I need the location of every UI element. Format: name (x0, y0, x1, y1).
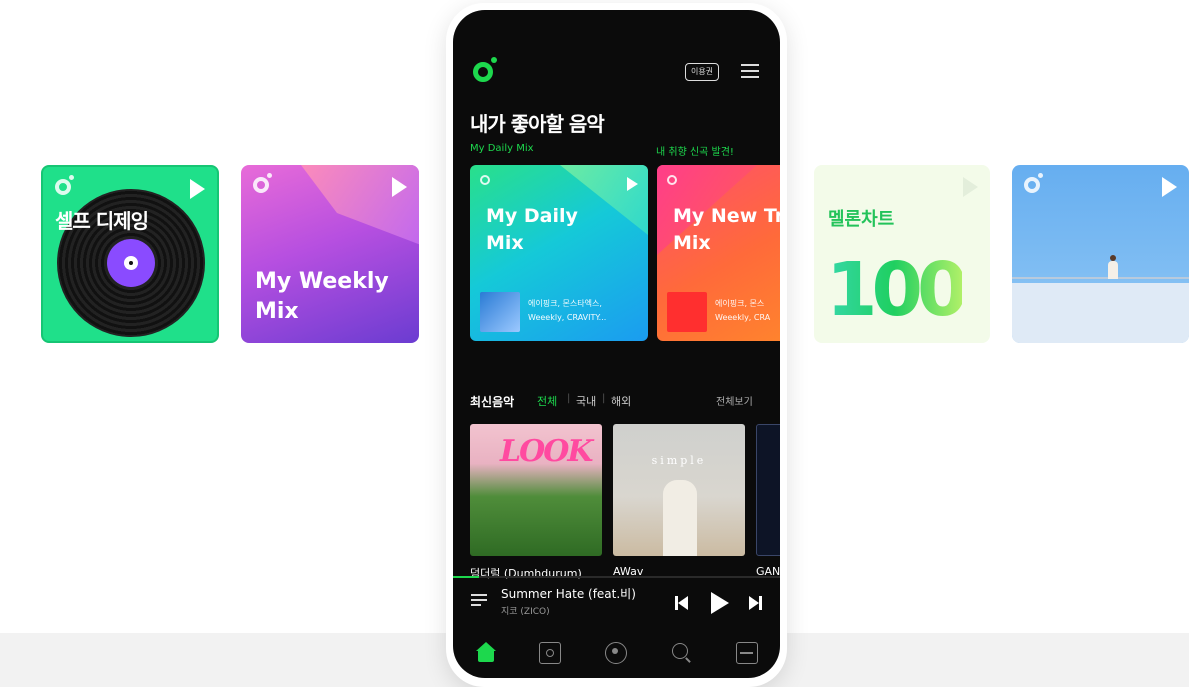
self-dj-card[interactable]: 셀프 디제잉 (41, 165, 219, 343)
rooftop-playlist-card[interactable] (1012, 165, 1189, 343)
section-subtitle-left: My Daily Mix (470, 143, 534, 154)
rooftop-building (1012, 283, 1189, 343)
melon-logo-icon (253, 173, 272, 193)
mix-thumbnail (480, 292, 520, 332)
latest-music-heading: 최신음악 (470, 395, 515, 409)
self-dj-title: 셀프 디제잉 (55, 209, 149, 233)
playback-progress-fill (453, 576, 480, 578)
mix-artists: 에이핑크, 몬스 Weeekly, CRA (715, 299, 771, 322)
album-cover-text: LOOK (500, 434, 593, 469)
play-icon[interactable] (1162, 177, 1177, 197)
tab-foreign[interactable]: 해외 (611, 393, 631, 409)
album-cover-text: simple (651, 454, 707, 467)
view-all-link[interactable]: 전체보기 (716, 393, 753, 408)
weekly-mix-title: My Weekly Mix (255, 269, 389, 324)
play-icon[interactable] (711, 592, 729, 614)
playback-progress-bar[interactable] (453, 576, 780, 578)
hamburger-menu-icon[interactable] (741, 64, 759, 78)
section-title: 내가 좋아할 음악 (470, 112, 605, 136)
new-track-mix-card[interactable]: My New Tr Mix 에이핑크, 몬스 Weeekly, CRA (657, 165, 780, 341)
play-icon[interactable] (963, 177, 978, 197)
play-icon[interactable] (392, 177, 407, 197)
vinyl-label (107, 239, 155, 287)
phone-frame: 이용권 내가 좋아할 음악 My Daily Mix 내 취향 신곡 발견! M… (446, 3, 787, 687)
melon-logo-icon (55, 175, 74, 195)
bottom-navigation (453, 630, 780, 678)
now-playing-artist: 지코 (ZICO) (501, 607, 550, 617)
new-track-mix-title: My New Tr Mix (673, 205, 780, 254)
more-icon[interactable] (736, 642, 758, 664)
home-icon[interactable] (475, 642, 497, 664)
tab-separator: | (602, 393, 606, 404)
mix-thumbnail (667, 292, 707, 332)
weekly-mix-card[interactable]: My Weekly Mix (241, 165, 419, 343)
melon-chart-title: 멜론차트 (828, 209, 895, 230)
podcast-icon[interactable] (605, 642, 627, 664)
library-icon[interactable] (539, 642, 561, 664)
melon-app-logo-icon[interactable] (473, 57, 497, 82)
melon-logo-icon (480, 175, 490, 185)
album-cover[interactable] (756, 424, 780, 556)
play-icon[interactable] (190, 179, 205, 199)
daily-mix-card[interactable]: My Daily Mix 에이핑크, 몬스타엑스, Weeekly, CRAVI… (470, 165, 648, 341)
melon-logo-icon (667, 175, 677, 185)
melon-chart-card[interactable]: 멜론차트 100 (814, 165, 990, 343)
next-track-icon[interactable] (749, 596, 763, 610)
play-icon[interactable] (627, 177, 638, 191)
daily-mix-title: My Daily Mix (486, 205, 578, 254)
now-playing-title[interactable]: Summer Hate (feat.비) (501, 585, 636, 602)
chart-100-number: 100 (826, 247, 968, 333)
album-cover[interactable]: LOOK (470, 424, 602, 556)
search-icon[interactable] (671, 642, 693, 664)
app-screen: 이용권 내가 좋아할 음악 My Daily Mix 내 취향 신곡 발견! M… (453, 10, 780, 678)
person-figure (1108, 255, 1118, 279)
album-cover[interactable]: simple (613, 424, 745, 556)
melon-logo-icon (1024, 173, 1043, 193)
playlist-icon[interactable] (471, 594, 487, 608)
mix-artists: 에이핑크, 몬스타엑스, Weeekly, CRAVITY... (528, 299, 607, 322)
previous-track-icon[interactable] (675, 596, 689, 610)
tab-domestic[interactable]: 국내 (576, 393, 596, 409)
album-figure (663, 480, 697, 556)
tab-all[interactable]: 전체 (537, 393, 557, 409)
ticket-button[interactable]: 이용권 (685, 63, 719, 81)
album-caption[interactable]: 덤더럼 (Dumhdurum) (470, 565, 582, 581)
section-subtitle-right: 내 취향 신곡 발견! (656, 147, 734, 158)
tab-separator: | (567, 393, 571, 404)
latest-music-tabs: 최신음악 전체 | 국내 | 해외 전체보기 (470, 393, 770, 413)
